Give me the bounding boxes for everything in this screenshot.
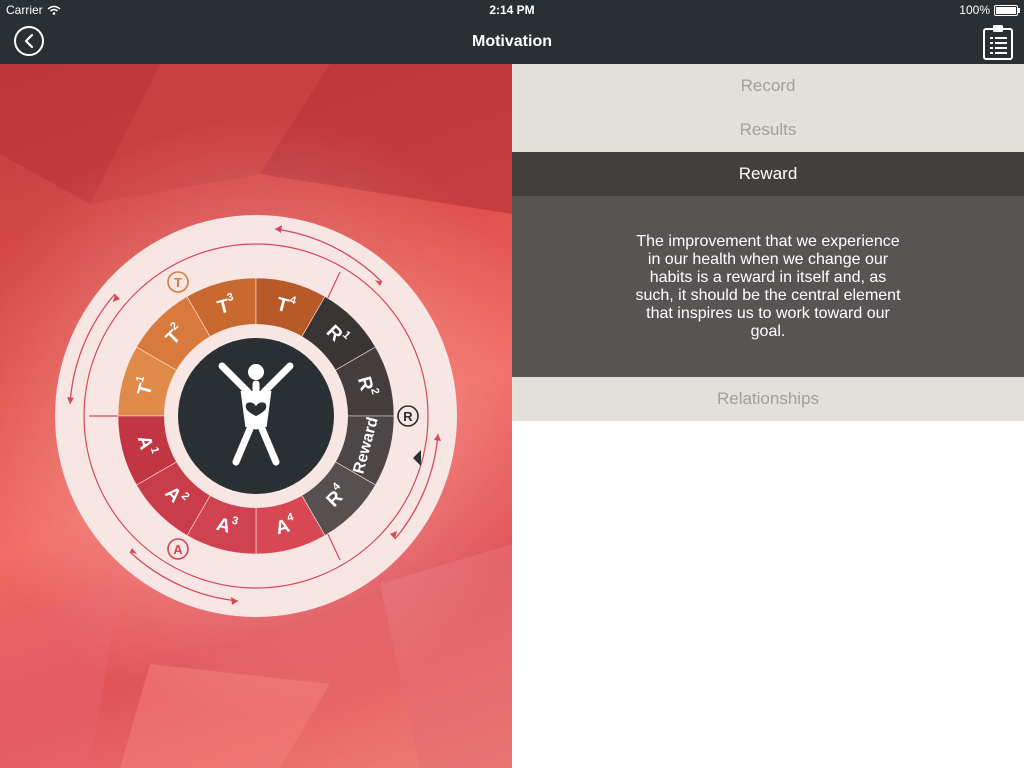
- accordion-item-reward[interactable]: Reward: [512, 152, 1024, 196]
- accordion-item-record[interactable]: Record: [512, 64, 1024, 108]
- marker-a[interactable]: A: [167, 538, 189, 560]
- svg-text:R: R: [403, 409, 413, 424]
- status-bar: Carrier 2:14 PM 100%: [0, 0, 1024, 20]
- accordion-item-results[interactable]: Results: [512, 108, 1024, 152]
- marker-r[interactable]: R: [397, 405, 419, 427]
- wheel-panel: T1 T2 T3 T4 R1 R2 Reward R4 A4 A3 A2 A1 T R A: [0, 64, 512, 768]
- status-time: 2:14 PM: [489, 3, 535, 17]
- battery-info: 100%: [959, 3, 1020, 17]
- accordion-item-relationships[interactable]: Relationships: [512, 377, 1024, 421]
- svg-text:T: T: [174, 275, 182, 290]
- page-title: Motivation: [472, 33, 552, 50]
- battery-icon: [994, 4, 1020, 16]
- wheel-diagram: T1T2T3 T4R1R2RewardR4A4A3A2A1 T R A: [0, 64, 512, 768]
- clipboard-list-icon: [983, 25, 1013, 60]
- clipboard-button[interactable]: [982, 24, 1014, 60]
- info-panel: Record Results Reward The improvement th…: [512, 64, 1024, 768]
- svg-text:A: A: [173, 542, 183, 557]
- marker-t[interactable]: T: [167, 271, 189, 293]
- reward-description: The improvement that we experience in ou…: [512, 196, 1024, 377]
- battery-percent: 100%: [959, 3, 990, 17]
- top-bar: Carrier 2:14 PM 100% Motivation: [0, 0, 1024, 64]
